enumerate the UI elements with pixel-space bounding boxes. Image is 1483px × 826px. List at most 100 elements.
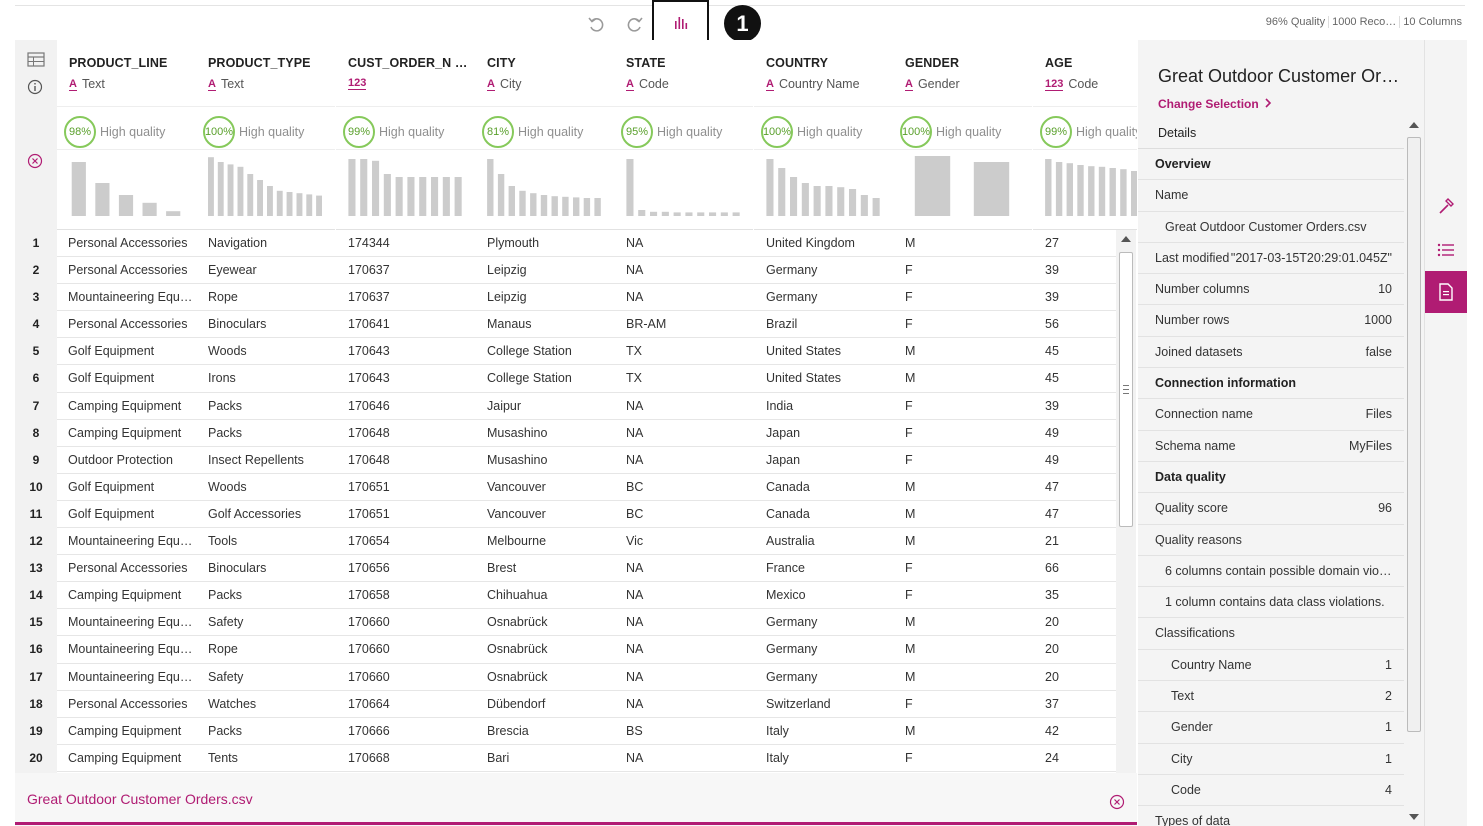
histogram-bar[interactable] xyxy=(166,211,181,216)
table-cell[interactable]: NA xyxy=(626,745,754,772)
table-cell[interactable]: Mexico xyxy=(766,582,894,609)
histogram-bar[interactable] xyxy=(1120,169,1127,216)
table-cell[interactable]: M xyxy=(905,636,1033,663)
column-header[interactable]: CUST_ORDER_N … 123 xyxy=(336,40,475,107)
histogram-bar[interactable] xyxy=(732,212,740,216)
histogram-bar[interactable] xyxy=(914,156,951,216)
table-cell[interactable]: Mountaineering Equ… xyxy=(68,664,196,691)
table-cell[interactable]: Outdoor Protection xyxy=(68,447,196,474)
column-header[interactable]: CITY A City xyxy=(475,40,614,107)
table-row[interactable]: Camping Equipment Packs 170666 Brescia BS Ita… xyxy=(57,718,1116,745)
table-cell[interactable]: Vancouver xyxy=(487,474,615,501)
histogram-bar[interactable] xyxy=(208,157,214,216)
table-cell[interactable]: Osnabrück xyxy=(487,636,615,663)
histogram-bar[interactable] xyxy=(237,166,244,216)
table-cell[interactable]: NA xyxy=(626,664,754,691)
histogram-bar[interactable] xyxy=(837,187,845,216)
table-cell[interactable]: United Kingdom xyxy=(766,230,894,257)
table-cell[interactable]: Safety xyxy=(208,664,336,691)
histogram-bar[interactable] xyxy=(95,183,110,216)
table-cell[interactable]: Tools xyxy=(208,528,336,555)
table-cell[interactable]: NA xyxy=(626,636,754,663)
column-histogram[interactable] xyxy=(336,150,475,230)
table-cell[interactable]: NA xyxy=(626,447,754,474)
table-cell[interactable]: Camping Equipment xyxy=(68,745,196,772)
table-row[interactable]: Personal Accessories Navigation 174344 Plym… xyxy=(57,230,1116,258)
histogram-bar[interactable] xyxy=(973,162,1010,216)
table-cell[interactable]: Golf Equipment xyxy=(68,501,196,528)
table-row[interactable]: Golf Equipment Irons 170643 College Station… xyxy=(57,365,1116,393)
details-button[interactable] xyxy=(1425,271,1467,313)
table-cell[interactable]: Japan xyxy=(766,447,894,474)
histogram-bar[interactable] xyxy=(709,212,717,216)
table-cell[interactable]: NA xyxy=(626,393,754,420)
scroll-down-arrow-icon[interactable] xyxy=(1409,814,1419,820)
column-header[interactable]: STATE A Code xyxy=(614,40,753,107)
column-histogram[interactable] xyxy=(475,150,614,230)
histogram-bar[interactable] xyxy=(519,190,526,216)
table-cell[interactable]: Eyewear xyxy=(208,257,336,284)
table-cell[interactable]: F xyxy=(905,420,1033,447)
column-3[interactable]: CITY A City 81% High quality xyxy=(475,40,614,230)
table-cell[interactable]: NA xyxy=(626,582,754,609)
table-row[interactable]: Golf Equipment Woods 170651 Vancouver BC Cana… xyxy=(57,474,1116,501)
table-cell[interactable]: Irons xyxy=(208,365,336,392)
table-cell[interactable]: Manaus xyxy=(487,311,615,338)
table-cell[interactable]: Osnabrück xyxy=(487,664,615,691)
histogram-bar[interactable] xyxy=(508,186,515,216)
histogram-bar[interactable] xyxy=(1109,168,1116,216)
column-2[interactable]: CUST_ORDER_N … 123 99% High quality xyxy=(336,40,475,230)
undo-icon[interactable] xyxy=(586,13,606,33)
histogram-bar[interactable] xyxy=(383,174,391,216)
table-cell[interactable]: NA xyxy=(626,257,754,284)
table-cell[interactable]: Germany xyxy=(766,636,894,663)
histogram-bar[interactable] xyxy=(1055,162,1063,216)
table-cell[interactable]: BS xyxy=(626,718,754,745)
column-header[interactable]: AGE 123 Code xyxy=(1033,40,1137,107)
histogram-bar[interactable] xyxy=(583,198,591,216)
table-cell[interactable]: France xyxy=(766,555,894,582)
histogram-bar[interactable] xyxy=(661,211,669,216)
table-row[interactable]: Mountaineering Equ… Safety 170660 Osnabrück… xyxy=(57,664,1116,691)
table-cell[interactable]: Bari xyxy=(487,745,615,772)
table-row[interactable]: Golf Equipment Golf Accessories 170651 Vanc… xyxy=(57,501,1116,529)
table-cell[interactable]: Personal Accessories xyxy=(68,230,196,257)
table-cell[interactable]: 170658 xyxy=(348,582,476,609)
histogram-bar[interactable] xyxy=(286,192,293,216)
table-cell[interactable]: F xyxy=(905,555,1033,582)
column-7[interactable]: AGE 123 Code 99% High quality xyxy=(1033,40,1137,230)
histogram-bar[interactable] xyxy=(247,174,254,216)
histogram-bar[interactable] xyxy=(1066,163,1073,216)
table-row[interactable]: Personal Accessories Binoculars 170656 Bres… xyxy=(57,555,1116,583)
table-cell[interactable]: Dübendorf xyxy=(487,691,615,718)
histogram-bar[interactable] xyxy=(497,174,505,216)
change-selection-link[interactable]: Change Selection xyxy=(1158,97,1272,111)
column-histogram[interactable] xyxy=(754,150,893,230)
table-cell[interactable]: India xyxy=(766,393,894,420)
table-cell[interactable]: M xyxy=(905,474,1033,501)
table-cell[interactable]: 170646 xyxy=(348,393,476,420)
scroll-up-arrow-icon[interactable] xyxy=(1409,122,1419,128)
histogram-bar[interactable] xyxy=(673,212,681,216)
histogram-bar[interactable] xyxy=(442,177,450,216)
table-cell[interactable]: Leipzig xyxy=(487,284,615,311)
scroll-up-arrow-icon[interactable] xyxy=(1121,236,1131,242)
histogram-bar[interactable] xyxy=(685,212,693,216)
clear-filter-icon[interactable] xyxy=(27,153,45,171)
table-cell[interactable]: TX xyxy=(626,338,754,365)
scrollbar-thumb[interactable] xyxy=(1407,137,1421,732)
table-cell[interactable]: Personal Accessories xyxy=(68,555,196,582)
table-cell[interactable]: Switzerland xyxy=(766,691,894,718)
column-4[interactable]: STATE A Code 95% High quality xyxy=(614,40,753,230)
table-cell[interactable]: M xyxy=(905,664,1033,691)
table-cell[interactable]: Germany xyxy=(766,609,894,636)
table-cell[interactable]: Plymouth xyxy=(487,230,615,257)
histogram-bar[interactable] xyxy=(849,189,857,216)
table-row[interactable]: Camping Equipment Packs 170646 Jaipur NA Indi… xyxy=(57,393,1116,420)
table-cell[interactable]: M xyxy=(905,365,1033,392)
table-cell[interactable]: M xyxy=(905,230,1033,257)
info-icon[interactable] xyxy=(27,79,45,97)
table-cell[interactable]: 170643 xyxy=(348,365,476,392)
histogram-bar[interactable] xyxy=(530,193,537,216)
table-view-icon[interactable] xyxy=(27,52,45,70)
